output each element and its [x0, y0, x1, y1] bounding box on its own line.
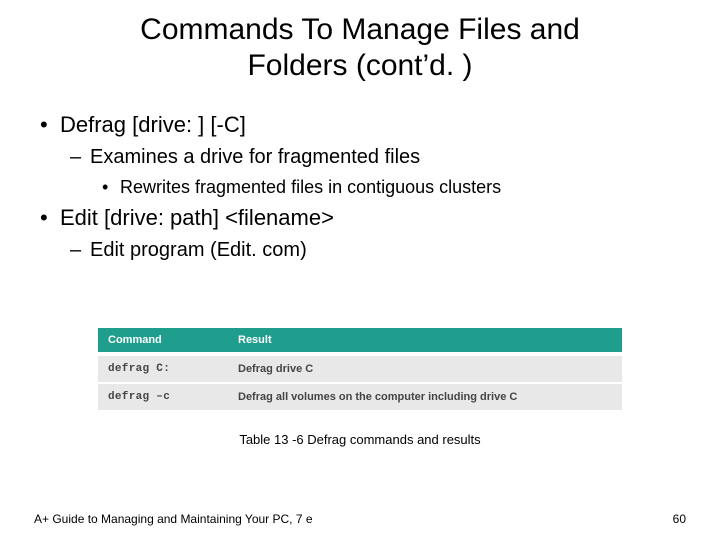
- bullet-level1: Defrag [drive: ] [-C]: [34, 110, 694, 140]
- table-row: defrag C: Defrag drive C: [98, 354, 622, 383]
- cell-command: defrag –c: [98, 383, 228, 410]
- cell-result: Defrag drive C: [228, 354, 622, 383]
- bullet-content: Defrag [drive: ] [-C] Examines a drive f…: [34, 110, 694, 268]
- cell-command: defrag C:: [98, 354, 228, 383]
- slide: Commands To Manage Files and Folders (co…: [0, 0, 720, 540]
- cell-result: Defrag all volumes on the computer inclu…: [228, 383, 622, 410]
- title-line-2: Folders (cont’d. ): [247, 49, 472, 82]
- bullet-text: Examines a drive for fragmented files: [90, 146, 420, 168]
- bullet-level3: Rewrites fragmented files in contiguous …: [34, 175, 694, 199]
- slide-title: Commands To Manage Files and Folders (co…: [0, 12, 720, 84]
- footer-text: A+ Guide to Managing and Maintaining You…: [34, 512, 313, 526]
- page-number: 60: [673, 512, 686, 526]
- title-line-1: Commands To Manage Files and: [140, 13, 580, 46]
- table-row: defrag –c Defrag all volumes on the comp…: [98, 383, 622, 410]
- command-table: Command Result defrag C: Defrag drive C …: [98, 328, 622, 410]
- bullet-text: Edit program (Edit. com): [90, 239, 307, 261]
- defrag-table: Command Result defrag C: Defrag drive C …: [98, 328, 622, 410]
- bullet-level1: Edit [drive: path] <filename>: [34, 203, 694, 233]
- header-command: Command: [98, 328, 228, 354]
- bullet-level2: Examines a drive for fragmented files: [34, 144, 694, 171]
- bullet-level2: Edit program (Edit. com): [34, 237, 694, 264]
- bullet-text: Rewrites fragmented files in contiguous …: [120, 177, 501, 197]
- table-header-row: Command Result: [98, 328, 622, 354]
- header-result: Result: [228, 328, 622, 354]
- table-caption: Table 13 -6 Defrag commands and results: [0, 432, 720, 447]
- bullet-text: Edit [drive: path] <filename>: [60, 205, 334, 230]
- bullet-text: Defrag [drive: ] [-C]: [60, 112, 246, 137]
